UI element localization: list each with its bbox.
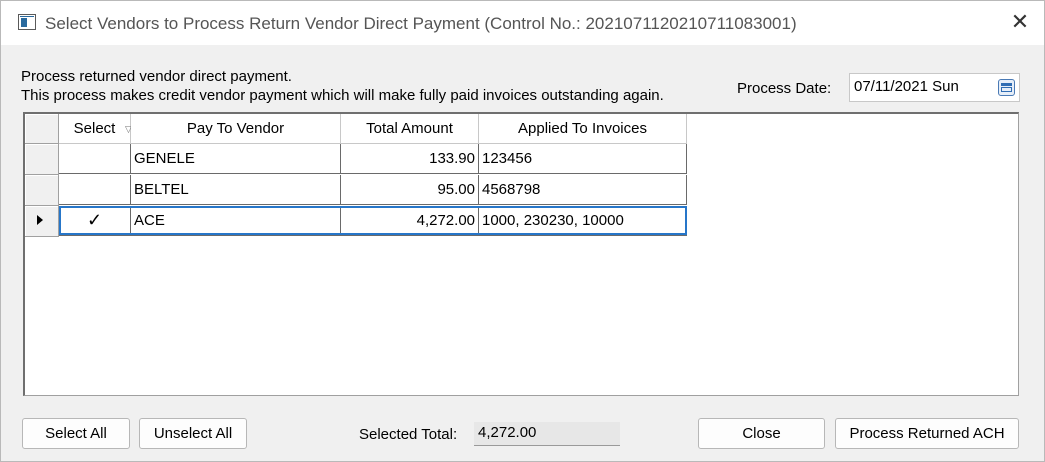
process-date-value[interactable]: 07/11/2021 Sun bbox=[854, 78, 959, 95]
amount-cell[interactable]: 95.00 bbox=[341, 175, 479, 205]
selected-total-label: Selected Total: bbox=[359, 426, 458, 443]
select-all-button[interactable]: Select All bbox=[22, 418, 130, 449]
dialog-window: Select Vendors to Process Return Vendor … bbox=[0, 0, 1045, 462]
column-header-vendor[interactable]: Pay To Vendor bbox=[131, 114, 341, 144]
select-cell[interactable] bbox=[59, 144, 131, 174]
vendor-cell[interactable]: BELTEL bbox=[131, 175, 341, 205]
invoices-cell[interactable]: 123456 bbox=[479, 144, 687, 174]
unselect-all-button[interactable]: Unselect All bbox=[139, 418, 247, 449]
calendar-icon[interactable] bbox=[998, 79, 1015, 96]
grid-corner-header[interactable] bbox=[25, 114, 59, 144]
column-header-invoices[interactable]: Applied To Invoices bbox=[479, 114, 687, 144]
select-cell[interactable]: ✓ bbox=[59, 206, 131, 236]
select-cell[interactable] bbox=[59, 175, 131, 205]
invoices-cell[interactable]: 1000, 230230, 10000 bbox=[479, 206, 687, 236]
close-button[interactable]: Close bbox=[698, 418, 825, 449]
process-date-field[interactable]: 07/11/2021 Sun bbox=[849, 73, 1020, 102]
description-line-2: This process makes credit vendor payment… bbox=[21, 87, 664, 104]
amount-cell[interactable]: 4,272.00 bbox=[341, 206, 479, 236]
description-line-1: Process returned vendor direct payment. bbox=[21, 68, 292, 85]
vendor-grid[interactable]: ▽ Select Pay To Vendor Total Amount Appl… bbox=[23, 112, 1019, 396]
row-header[interactable] bbox=[25, 175, 59, 206]
current-row-arrow-icon bbox=[37, 215, 43, 225]
title-bar: Select Vendors to Process Return Vendor … bbox=[1, 1, 1044, 45]
selected-total-value: 4,272.00 bbox=[474, 422, 620, 446]
process-date-label: Process Date: bbox=[737, 80, 832, 97]
column-header-select[interactable]: ▽ Select bbox=[59, 114, 132, 144]
vendor-cell[interactable]: GENELE bbox=[131, 144, 341, 174]
process-returned-ach-button[interactable]: Process Returned ACH bbox=[835, 418, 1019, 449]
close-window-icon[interactable]: ✕ bbox=[1007, 11, 1033, 35]
description: Process returned vendor direct payment. … bbox=[21, 67, 664, 105]
column-header-amount[interactable]: Total Amount bbox=[341, 114, 479, 144]
invoices-cell[interactable]: 4568798 bbox=[479, 175, 687, 205]
row-header-current[interactable] bbox=[25, 206, 59, 237]
app-icon bbox=[18, 14, 36, 30]
vendor-cell[interactable]: ACE bbox=[131, 206, 341, 236]
window-title: Select Vendors to Process Return Vendor … bbox=[45, 14, 797, 33]
amount-cell[interactable]: 133.90 bbox=[341, 144, 479, 174]
row-header[interactable] bbox=[25, 144, 59, 175]
